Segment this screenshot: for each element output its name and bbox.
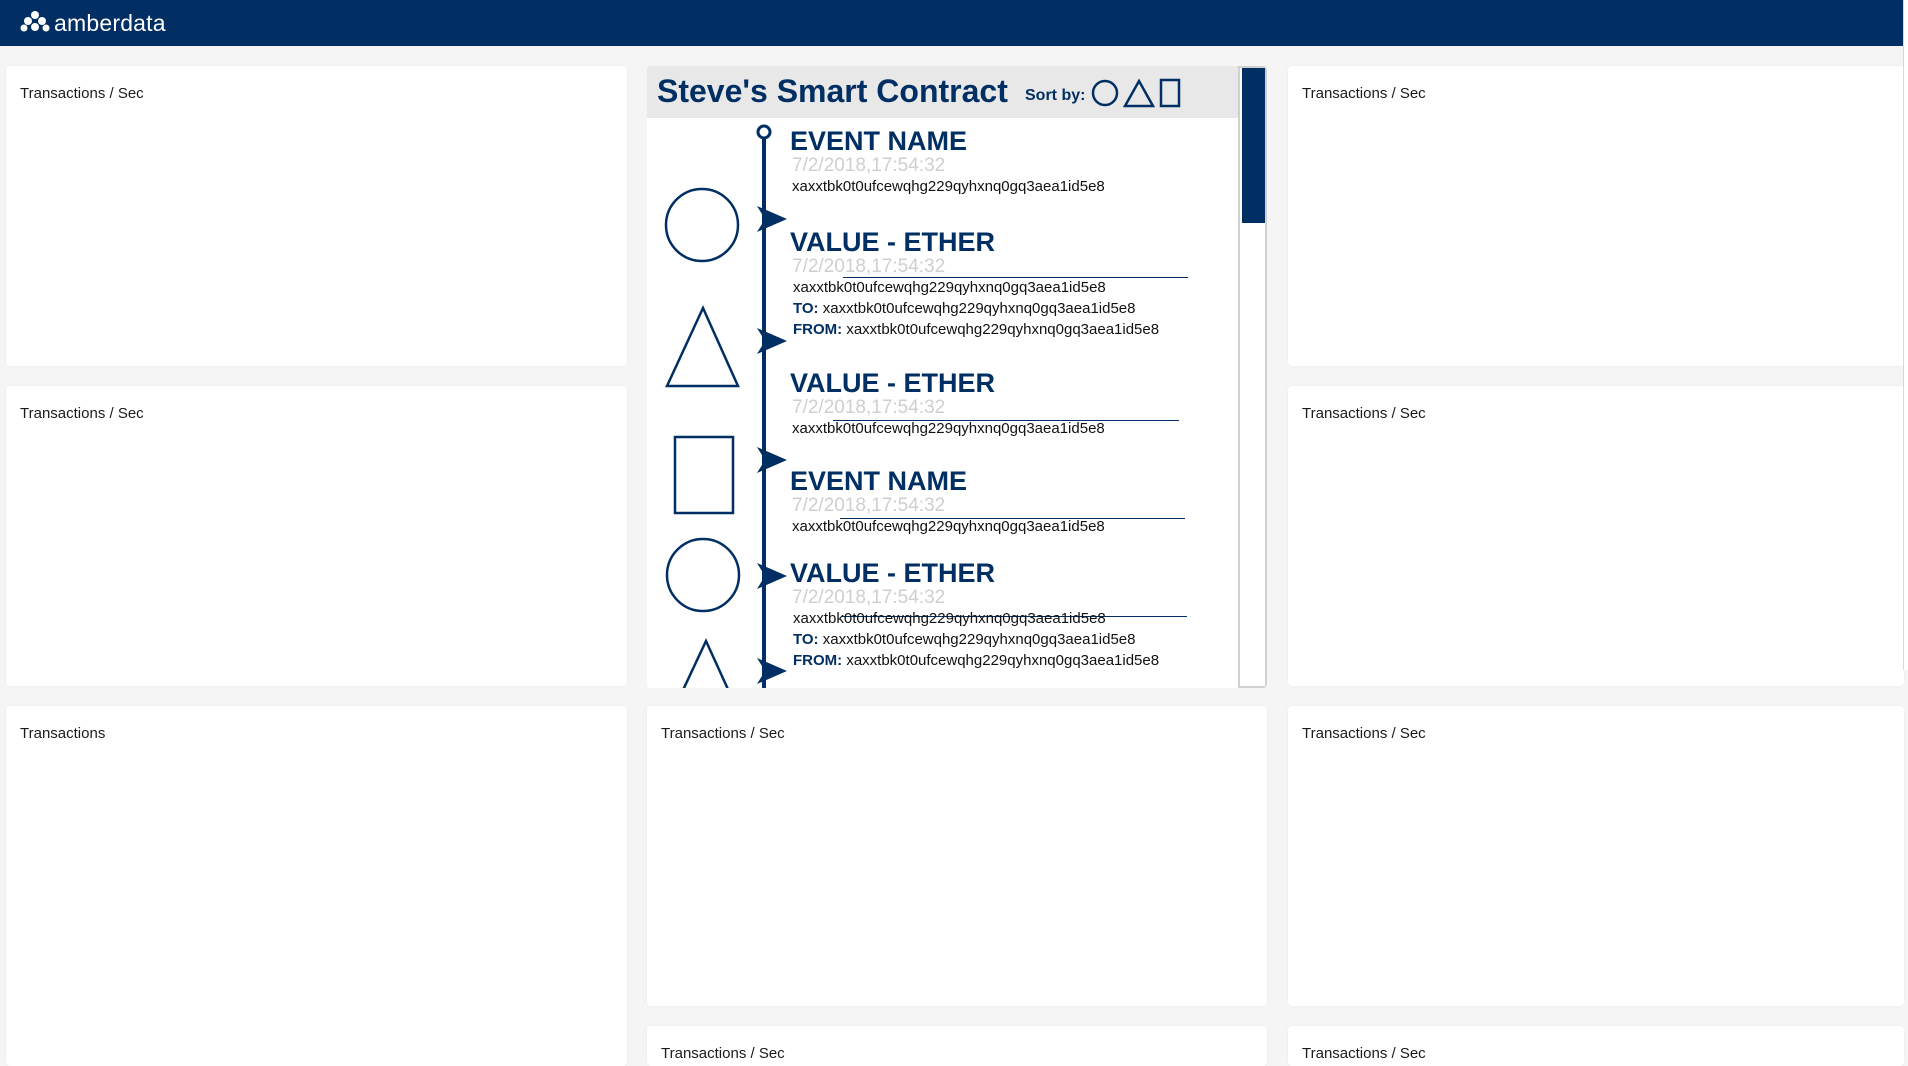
event-hash: xaxxtbk0t0ufcewqhg229qyhxnq0gq3aea1id5e8: [792, 178, 1105, 195]
event-hash: xaxxtbk0t0ufcewqhg229qyhxnq0gq3aea1id5e8: [792, 518, 1105, 535]
timeline-arrow-icon: [757, 206, 787, 232]
sort-controls: Sort by:: [1025, 78, 1185, 113]
sort-circle-icon[interactable]: [1091, 79, 1119, 112]
from-label: FROM:: [793, 321, 843, 338]
widget-card: Transactions / Sec: [1288, 386, 1904, 686]
timeline-start-node: [756, 124, 772, 140]
widget-card: Transactions / Sec: [1288, 1026, 1904, 1066]
event-to-address: xaxxtbk0t0ufcewqhg229qyhxnq0gq3aea1id5e8: [822, 300, 1136, 317]
widget-card: Transactions / Sec: [1288, 66, 1904, 366]
event-from-line: FROM: xaxxtbk0t0ufcewqhg229qyhxnq0gq3aea…: [793, 319, 1210, 340]
widget-title: Transactions / Sec: [20, 405, 144, 422]
widget-title: Transactions / Sec: [661, 725, 785, 742]
event-from-line: FROM: xaxxtbk0t0ufcewqhg229qyhxnq0gq3aea…: [793, 650, 1210, 671]
timeline-title: Steve's Smart Contract: [657, 73, 1008, 109]
event-hash: xaxxtbk0t0ufcewqhg229qyhxnq0gq3aea1id5e8: [793, 610, 1106, 627]
timeline-arrow-icon: [757, 328, 787, 354]
timeline-event[interactable]: VALUE - ETHER 7/2/2018,17:54:32 xaxxtbk0…: [790, 227, 1210, 340]
sort-triangle-icon[interactable]: [1123, 78, 1156, 113]
widget-title: Transactions / Sec: [1302, 405, 1426, 422]
event-name: VALUE - ETHER: [790, 368, 996, 398]
top-nav-bar: amberdata: [0, 0, 1908, 46]
smart-contract-timeline-card: Steve's Smart Contract Sort by: EVENT NA…: [647, 66, 1267, 688]
timeline-event[interactable]: VALUE - ETHER 7/2/2018,17:54:32 xaxxtbk0…: [790, 558, 1210, 671]
timeline-arrow-icon: [757, 563, 787, 589]
brand-logo[interactable]: amberdata: [20, 10, 166, 37]
event-to-address: xaxxtbk0t0ufcewqhg229qyhxnq0gq3aea1id5e8: [822, 631, 1136, 648]
event-from-address: xaxxtbk0t0ufcewqhg229qyhxnq0gq3aea1id5e8: [846, 652, 1160, 669]
amberdata-logo-icon: [20, 10, 50, 37]
event-timestamp: 7/2/2018,17:54:32: [792, 397, 946, 418]
timeline-scrollbar-thumb[interactable]: [1242, 68, 1265, 223]
timeline-body: EVENT NAME 7/2/2018,17:54:32 xaxxtbk0t0u…: [647, 118, 1238, 688]
widget-card: Transactions / Sec: [647, 706, 1267, 1006]
event-name: VALUE - ETHER: [790, 227, 996, 257]
widget-card: Transactions / Sec: [6, 66, 627, 366]
timeline-header: Steve's Smart Contract Sort by:: [647, 66, 1238, 118]
event-from-address: xaxxtbk0t0ufcewqhg229qyhxnq0gq3aea1id5e8: [846, 321, 1160, 338]
event-timestamp: 7/2/2018,17:54:32: [792, 495, 946, 516]
timeline-arrow-icon: [757, 658, 787, 684]
widget-title: Transactions / Sec: [1302, 1045, 1426, 1062]
event-hash: xaxxtbk0t0ufcewqhg229qyhxnq0gq3aea1id5e8: [793, 279, 1106, 296]
widget-card: Transactions / Sec: [6, 386, 627, 686]
to-label: TO:: [793, 631, 819, 648]
timeline-event[interactable]: EVENT NAME 7/2/2018,17:54:32 xaxxtbk0t0u…: [790, 466, 1210, 537]
timeline-scrollbar[interactable]: [1238, 66, 1267, 688]
widget-title: Transactions: [20, 725, 106, 742]
widget-title: Transactions / Sec: [20, 85, 144, 102]
event-timestamp: 7/2/2018,17:54:32: [792, 256, 946, 277]
event-circle-icon: [664, 187, 740, 263]
brand-name: amberdata: [54, 9, 166, 36]
widget-card: Transactions: [6, 706, 627, 1066]
event-name: EVENT NAME: [790, 466, 968, 496]
event-timestamp: 7/2/2018,17:54:32: [792, 587, 946, 608]
widget-title: Transactions / Sec: [1302, 85, 1426, 102]
timeline-event[interactable]: VALUE - ETHER 7/2/2018,17:54:32 xaxxtbk0…: [790, 368, 1210, 439]
sort-square-icon[interactable]: [1159, 78, 1181, 113]
timeline-arrow-icon: [757, 447, 787, 473]
widget-card: Transactions / Sec: [647, 1026, 1267, 1066]
timeline-event[interactable]: EVENT NAME 7/2/2018,17:54:32 xaxxtbk0t0u…: [790, 126, 1210, 197]
event-triangle-icon: [682, 638, 729, 688]
widget-title: Transactions / Sec: [1302, 725, 1426, 742]
widget-title: Transactions / Sec: [661, 1045, 785, 1062]
sort-by-label: Sort by:: [1025, 86, 1086, 104]
to-label: TO:: [793, 300, 819, 317]
event-circle-icon: [665, 537, 741, 613]
event-to-line: TO: xaxxtbk0t0ufcewqhg229qyhxnq0gq3aea1i…: [793, 629, 1210, 650]
event-name: EVENT NAME: [790, 126, 968, 156]
event-hash: xaxxtbk0t0ufcewqhg229qyhxnq0gq3aea1id5e8: [792, 420, 1105, 437]
page-scrollbar[interactable]: [1903, 0, 1908, 670]
event-triangle-icon: [665, 304, 740, 388]
event-timestamp: 7/2/2018,17:54:32: [792, 155, 946, 176]
event-square-icon: [673, 435, 735, 515]
event-name: VALUE - ETHER: [790, 558, 996, 588]
event-to-line: TO: xaxxtbk0t0ufcewqhg229qyhxnq0gq3aea1i…: [793, 298, 1210, 319]
from-label: FROM:: [793, 652, 843, 669]
widget-card: Transactions / Sec: [1288, 706, 1904, 1006]
